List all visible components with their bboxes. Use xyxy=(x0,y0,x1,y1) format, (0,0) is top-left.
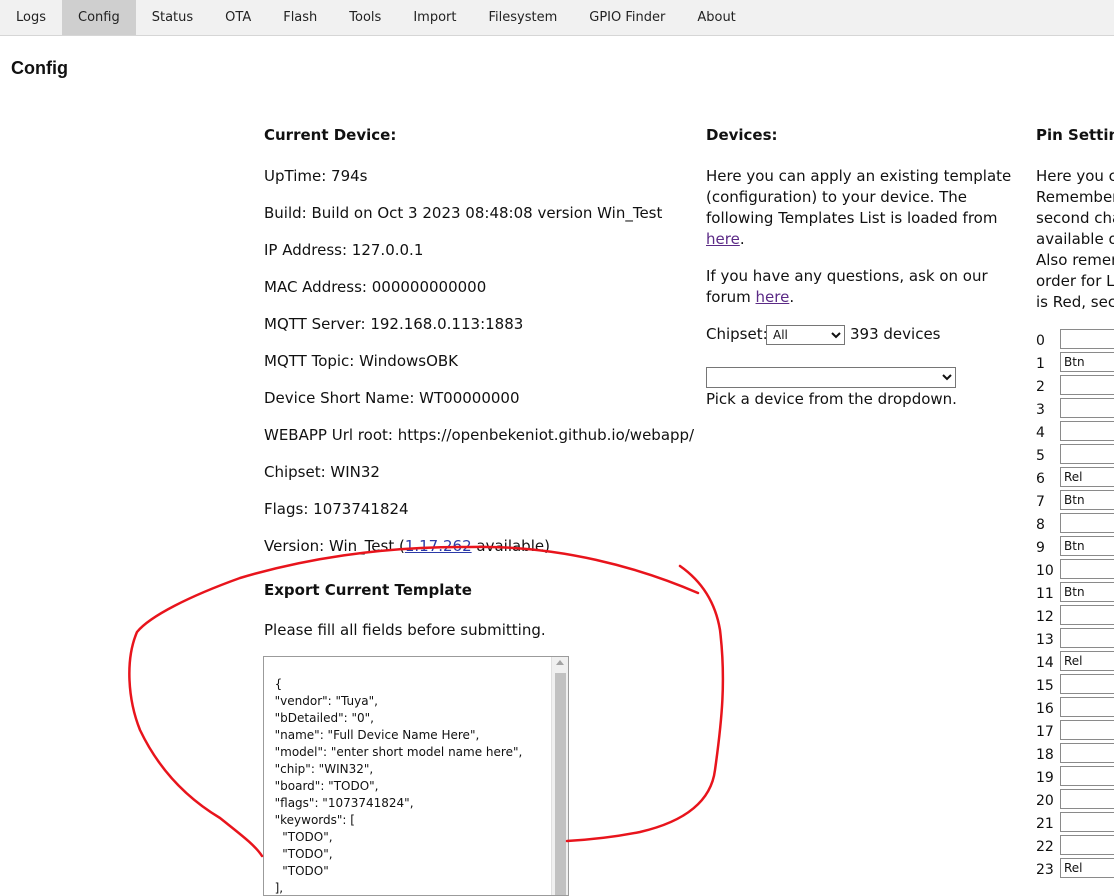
pin-number: 2 xyxy=(1036,379,1045,395)
pin-row: 13 xyxy=(1036,628,1114,649)
pin-row: 8 xyxy=(1036,513,1114,534)
pin-row: 22 xyxy=(1036,835,1114,856)
pin-row: 14 Rel xyxy=(1036,651,1114,672)
pin-number: 8 xyxy=(1036,517,1045,533)
pin-row: 11 Btn xyxy=(1036,582,1114,603)
pin-row: 18 xyxy=(1036,743,1114,764)
pin-settings-desc-line: second cha xyxy=(1036,209,1114,227)
pin-number: 7 xyxy=(1036,494,1045,510)
pin-row: 16 xyxy=(1036,697,1114,718)
pin-row: 20 xyxy=(1036,789,1114,810)
pin-number: 0 xyxy=(1036,333,1045,349)
pin-role-select[interactable] xyxy=(1060,789,1114,809)
pin-row: 23 Rel xyxy=(1036,858,1114,879)
pin-number: 23 xyxy=(1036,862,1054,878)
pin-row: 5 xyxy=(1036,444,1114,465)
pin-row: 3 xyxy=(1036,398,1114,419)
pin-row: 19 xyxy=(1036,766,1114,787)
pin-role-select[interactable]: Btn xyxy=(1060,536,1114,556)
pin-row: 17 xyxy=(1036,720,1114,741)
pin-role-select[interactable] xyxy=(1060,605,1114,625)
pin-settings-desc-line: order for LE xyxy=(1036,272,1114,290)
pin-number: 3 xyxy=(1036,402,1045,418)
pin-number: 10 xyxy=(1036,563,1054,579)
pin-number: 5 xyxy=(1036,448,1045,464)
pin-number: 15 xyxy=(1036,678,1054,694)
pin-role-select[interactable] xyxy=(1060,697,1114,717)
pin-row: 4 xyxy=(1036,421,1114,442)
pin-row: 9 Btn xyxy=(1036,536,1114,557)
pin-settings-section: Pin Setting Here you ca Remember second ch… xyxy=(0,0,1114,887)
pin-settings-heading: Pin Setting xyxy=(1036,126,1114,144)
pin-settings-desc-line: Here you ca xyxy=(1036,167,1114,185)
pin-row: 2 xyxy=(1036,375,1114,396)
pin-role-select[interactable] xyxy=(1060,720,1114,740)
pin-role-select[interactable] xyxy=(1060,766,1114,786)
pin-settings-desc-line: available or xyxy=(1036,230,1114,248)
pin-role-select[interactable] xyxy=(1060,329,1114,349)
pin-number: 14 xyxy=(1036,655,1054,671)
pin-role-select[interactable]: Rel xyxy=(1060,467,1114,487)
pin-role-select[interactable] xyxy=(1060,812,1114,832)
pin-number: 20 xyxy=(1036,793,1054,809)
pin-settings-desc-line: Remember xyxy=(1036,188,1114,206)
pin-role-select[interactable]: Btn xyxy=(1060,352,1114,372)
pin-number: 11 xyxy=(1036,586,1054,602)
pin-row: 12 xyxy=(1036,605,1114,626)
pin-number: 13 xyxy=(1036,632,1054,648)
pin-role-select[interactable] xyxy=(1060,375,1114,395)
pin-number: 19 xyxy=(1036,770,1054,786)
pin-role-select[interactable]: Rel xyxy=(1060,651,1114,671)
pin-role-select[interactable] xyxy=(1060,743,1114,763)
pin-number: 16 xyxy=(1036,701,1054,717)
pin-row: 7 Btn xyxy=(1036,490,1114,511)
pin-row: 6 Rel xyxy=(1036,467,1114,488)
pin-role-select[interactable]: Btn xyxy=(1060,582,1114,602)
pin-number: 17 xyxy=(1036,724,1054,740)
pin-role-select[interactable] xyxy=(1060,628,1114,648)
pin-row: 21 xyxy=(1036,812,1114,833)
pin-role-select[interactable] xyxy=(1060,444,1114,464)
pin-number: 21 xyxy=(1036,816,1054,832)
pin-row: 15 xyxy=(1036,674,1114,695)
pin-number: 6 xyxy=(1036,471,1045,487)
pin-role-select[interactable] xyxy=(1060,835,1114,855)
pin-role-select[interactable] xyxy=(1060,421,1114,441)
pin-row: 10 xyxy=(1036,559,1114,580)
pin-number: 22 xyxy=(1036,839,1054,855)
pin-row: 1 Btn xyxy=(1036,352,1114,373)
pin-number: 18 xyxy=(1036,747,1054,763)
pin-role-select[interactable] xyxy=(1060,398,1114,418)
pin-role-select[interactable] xyxy=(1060,559,1114,579)
pin-role-select[interactable] xyxy=(1060,513,1114,533)
pin-role-select[interactable] xyxy=(1060,674,1114,694)
pin-number: 12 xyxy=(1036,609,1054,625)
pin-number: 4 xyxy=(1036,425,1045,441)
pin-settings-desc-line: Also remem xyxy=(1036,251,1114,269)
pin-row: 0 xyxy=(1036,329,1114,350)
pin-number: 1 xyxy=(1036,356,1045,372)
pin-role-select[interactable]: Btn xyxy=(1060,490,1114,510)
pin-number: 9 xyxy=(1036,540,1045,556)
pin-settings-desc-line: is Red, seco xyxy=(1036,293,1114,311)
pin-role-select[interactable]: Rel xyxy=(1060,858,1114,878)
